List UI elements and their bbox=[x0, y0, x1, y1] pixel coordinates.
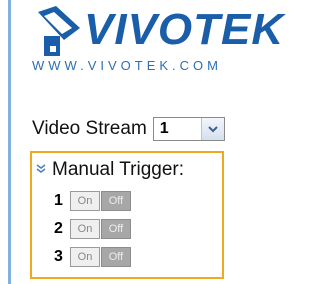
logo-brand: VIVOTEK bbox=[84, 5, 285, 54]
trigger-row-number: 2 bbox=[54, 220, 63, 237]
video-stream-select[interactable]: 1 bbox=[152, 117, 225, 141]
trigger-3-off-button[interactable]: Off bbox=[101, 247, 131, 267]
trigger-row: 3 On Off bbox=[54, 247, 131, 267]
video-stream-label: Video Stream bbox=[32, 118, 147, 139]
logo-url: WWW.VIVOTEK.COM bbox=[32, 58, 222, 73]
video-stream-value: 1 bbox=[159, 120, 169, 137]
sidebar-border bbox=[8, 0, 11, 284]
manual-trigger-header[interactable]: Manual Trigger: bbox=[36, 159, 184, 181]
trigger-row: 1 On Off bbox=[54, 191, 131, 211]
trigger-row-number: 3 bbox=[54, 248, 63, 265]
camera-icon bbox=[38, 6, 80, 56]
trigger-3-on-button[interactable]: On bbox=[70, 247, 100, 267]
vivotek-logo: VIVOTEK WWW.VIVOTEK.COM bbox=[30, 4, 300, 84]
trigger-1-off-button[interactable]: Off bbox=[101, 191, 131, 211]
manual-trigger-label: Manual Trigger: bbox=[52, 159, 185, 180]
manual-trigger-panel: Manual Trigger: 1 On Off 2 On Off 3 On O… bbox=[30, 151, 224, 279]
chevron-down-icon[interactable] bbox=[200, 118, 224, 140]
video-stream-control: Video Stream 1 bbox=[32, 117, 225, 141]
trigger-2-off-button[interactable]: Off bbox=[101, 219, 131, 239]
trigger-row: 2 On Off bbox=[54, 219, 131, 239]
trigger-1-on-button[interactable]: On bbox=[70, 191, 100, 211]
trigger-row-number: 1 bbox=[54, 192, 63, 209]
trigger-2-on-button[interactable]: On bbox=[70, 219, 100, 239]
chevron-double-down-icon[interactable] bbox=[36, 163, 46, 177]
